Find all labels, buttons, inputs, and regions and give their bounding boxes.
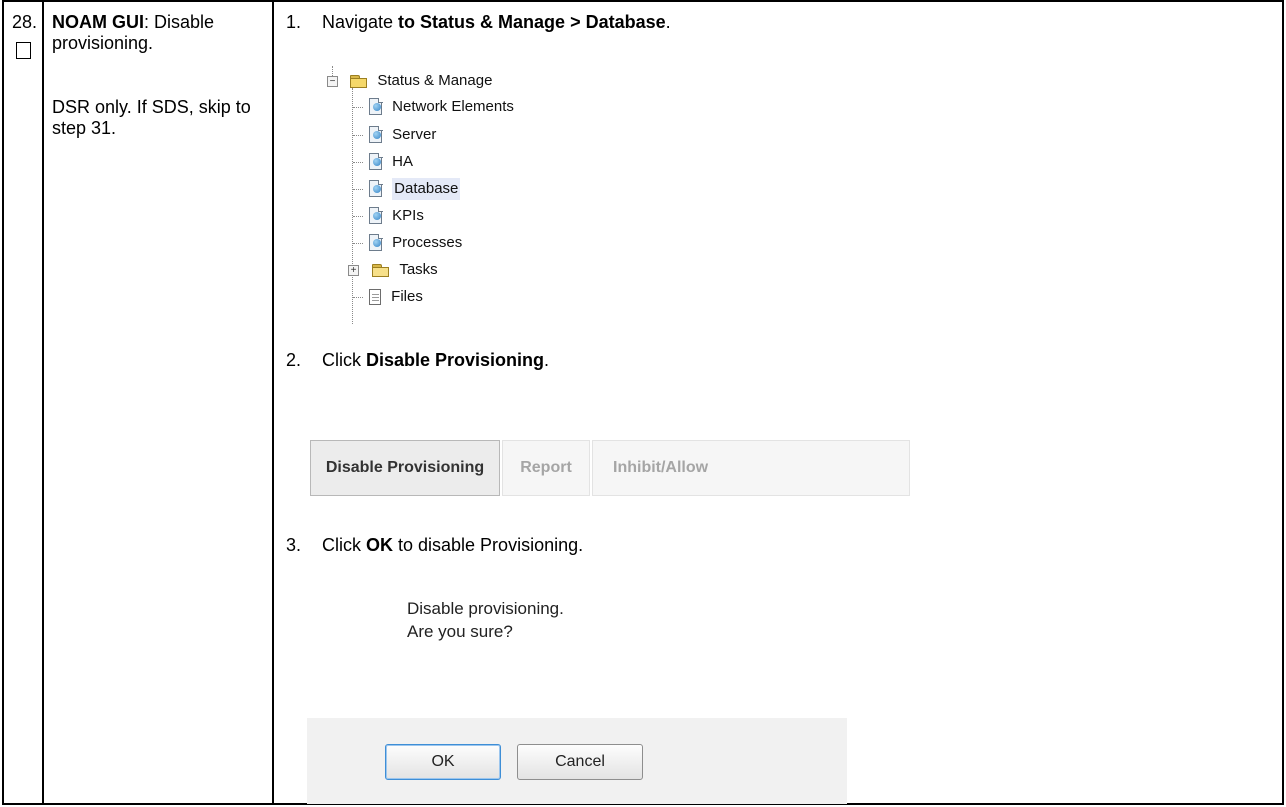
step-note: DSR only. If SDS, skip to step 31. (52, 97, 251, 138)
disable-provisioning-button[interactable]: Disable Provisioning (310, 440, 500, 496)
step-title-cell: NOAM GUI: Disable provisioning. DSR only… (42, 0, 274, 805)
procedure-table: 28. NOAM GUI: Disable provisioning. DSR … (2, 0, 1284, 805)
database-button-bar: Disable Provisioning Report Inhibit/Allo… (310, 440, 910, 497)
expand-toggle[interactable]: + (348, 265, 359, 276)
tree-connector (353, 297, 363, 298)
tree-item-processes[interactable]: Processes (368, 232, 462, 254)
document-icon (368, 288, 382, 306)
step-title: NOAM GUI: Disable provisioning. (52, 12, 262, 54)
confirm-line-2: Are you sure? (407, 622, 513, 641)
page-globe-icon (368, 98, 383, 116)
folder-open-icon (350, 74, 368, 88)
tree-connector (353, 243, 363, 244)
ok-button[interactable]: OK (385, 744, 501, 780)
step-number-cell: 28. (2, 0, 44, 805)
step-number: 28. (12, 12, 38, 32)
page-globe-icon (368, 126, 383, 144)
report-button[interactable]: Report (502, 440, 590, 496)
instruction-3: 3. Click OK to disable Provisioning. (286, 535, 584, 555)
page-globe-icon (368, 153, 383, 171)
collapse-toggle[interactable]: − (327, 76, 338, 87)
tree-item-database[interactable]: Database (368, 178, 461, 201)
step-content-cell: 1. Navigate to Status & Manage > Database… (272, 0, 1284, 805)
menu-tree: − Status & Manage Network Elements Serve… (324, 66, 724, 324)
tree-item-network-elements[interactable]: Network Elements (368, 96, 514, 118)
tree-guide (352, 88, 353, 324)
step-checkbox[interactable] (16, 42, 31, 59)
confirm-dialog-message: Disable provisioning. Are you sure? (407, 597, 564, 643)
tree-item-kpis[interactable]: KPIs (368, 205, 424, 227)
confirm-line-1: Disable provisioning. (407, 599, 564, 618)
tree-connector (353, 107, 363, 108)
tree-connector (353, 135, 363, 136)
tree-item-status-manage[interactable]: − Status & Manage (324, 70, 492, 92)
step-title-bold: NOAM GUI (52, 12, 144, 32)
cancel-button[interactable]: Cancel (517, 744, 643, 780)
inhibit-allow-button[interactable]: Inhibit/Allow (592, 440, 910, 496)
instruction-2: 2. Click Disable Provisioning. (286, 350, 550, 370)
page-globe-icon (368, 234, 383, 252)
tree-item-ha[interactable]: HA (368, 151, 413, 173)
tree-connector (353, 162, 363, 163)
confirm-dialog-footer: OK Cancel (307, 718, 847, 804)
page-globe-icon (368, 180, 383, 198)
folder-icon (372, 263, 390, 277)
instruction-1: 1. Navigate to Status & Manage > Database… (286, 12, 671, 32)
tree-item-files[interactable]: Files (368, 286, 423, 308)
page-globe-icon (368, 207, 383, 225)
tree-connector (353, 216, 363, 217)
tree-connector (353, 189, 363, 190)
tree-item-tasks[interactable]: + Tasks (348, 259, 438, 281)
tree-item-server[interactable]: Server (368, 124, 436, 146)
